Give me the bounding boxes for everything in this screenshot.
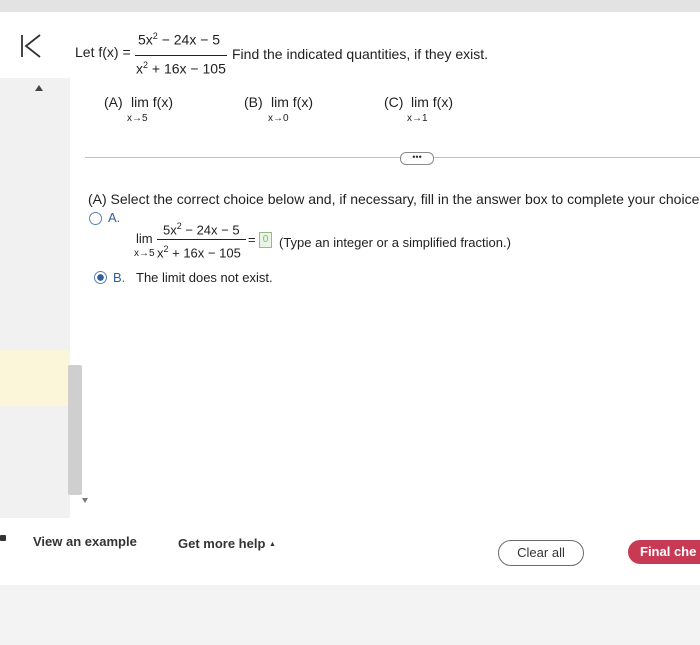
- choice-a-denominator: x2 + 16x − 105: [157, 244, 241, 261]
- choice-a-radio[interactable]: [89, 212, 102, 225]
- caret-up-icon: ▲: [269, 541, 276, 549]
- scroll-down-arrow-icon[interactable]: [82, 498, 88, 503]
- choice-b-radio-selected[interactable]: [94, 271, 107, 284]
- choice-a-letter: A.: [108, 210, 121, 225]
- left-panel: [0, 78, 70, 518]
- choice-a-sub: x→5: [134, 248, 155, 259]
- back-to-start-icon[interactable]: [18, 33, 48, 59]
- let-label: Let f(x) =: [75, 44, 131, 60]
- choice-a-hint: (Type an integer or a simplified fractio…: [279, 235, 511, 250]
- instruction-text: Find the indicated quantities, if they e…: [232, 46, 489, 62]
- section-divider: [85, 157, 700, 158]
- part-a-lim: lim f(x): [131, 94, 173, 110]
- part-c-lim: lim f(x): [411, 94, 453, 110]
- view-example-link[interactable]: View an example: [33, 534, 137, 549]
- scrollbar-thumb[interactable]: [68, 365, 82, 495]
- part-b-label: (B): [244, 94, 263, 110]
- clear-all-button[interactable]: Clear all: [498, 540, 584, 566]
- part-b-sub: x→0: [268, 113, 289, 124]
- scroll-up-arrow-icon[interactable]: [35, 85, 43, 91]
- choice-a-fraction-bar: [157, 239, 246, 240]
- part-a-label: (A): [104, 94, 123, 110]
- highlight-band: [0, 350, 70, 406]
- choice-b-letter: B.: [113, 270, 126, 285]
- expand-button[interactable]: •••: [400, 152, 434, 165]
- denominator: x2 + 16x − 105: [136, 60, 226, 77]
- top-bar: [0, 0, 700, 12]
- choice-a-equals: =: [248, 232, 256, 247]
- question-prompt: (A) Select the correct choice below and,…: [88, 191, 700, 207]
- part-c-label: (C): [384, 94, 404, 110]
- bottom-band: [0, 585, 700, 645]
- answer-input-box[interactable]: 0: [259, 232, 272, 248]
- part-c-sub: x→1: [407, 113, 428, 124]
- choice-a-lim: lim: [136, 231, 153, 246]
- numerator: 5x2 − 24x − 5: [138, 31, 221, 48]
- footer-marker: [0, 535, 6, 541]
- choice-a-numerator: 5x2 − 24x − 5: [163, 221, 240, 238]
- final-check-button[interactable]: Final che: [628, 540, 700, 564]
- choice-b-text: The limit does not exist.: [136, 270, 273, 285]
- fraction-bar: [135, 55, 227, 56]
- part-b-lim: lim f(x): [271, 94, 313, 110]
- get-more-help-link[interactable]: Get more help ▲: [178, 536, 276, 551]
- part-a-sub: x→5: [127, 113, 148, 124]
